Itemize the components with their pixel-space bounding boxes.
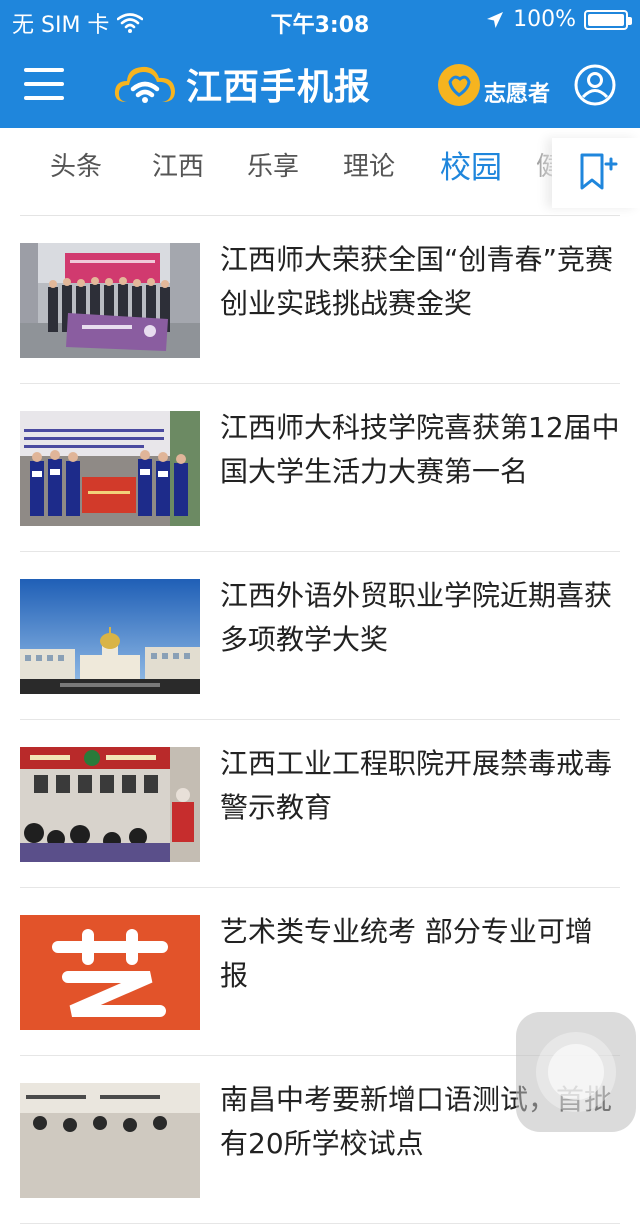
category-tabs: 头条 江西 乐享 理论 校园 健 [0,128,640,216]
news-item[interactable]: 江西外语外贸职业学院近期喜获多项教学大奖 [20,552,620,720]
group-photo-image [20,243,200,358]
user-profile-icon[interactable] [574,64,616,106]
tab-lexiang[interactable]: 乐享 [247,146,299,183]
news-item[interactable]: 江西师大科技学院喜获第12届中国大学生活力大赛第一名 [20,384,620,552]
classroom-photo-image [20,1083,200,1198]
battery-level [588,13,624,26]
logo-text: 江西手机报 [186,67,372,108]
news-thumbnail [20,243,200,358]
menu-icon-line [24,82,64,86]
award-photo-image [20,411,200,526]
campus-building-image [20,579,200,694]
heart-hand-icon [448,75,471,97]
assistive-touch-center [548,1044,604,1100]
bookmark-add-icon [580,153,618,190]
volunteer-button[interactable]: 志愿者 [438,62,550,108]
volunteer-label: 志愿者 [484,82,551,107]
location-arrow-icon [487,11,504,28]
news-thumbnail [20,1083,200,1198]
app-logo: 江西手机报 [112,56,371,112]
tab-campus[interactable]: 校园 [440,142,502,187]
news-thumbnail [20,579,200,694]
add-channel-button[interactable] [552,138,640,208]
logo-cloud-wifi-icon [114,66,175,103]
menu-button[interactable] [24,68,64,102]
news-item[interactable]: 江西师大荣获全国“创青春”竞赛创业实践挑战赛金奖 [20,216,620,384]
news-title: 艺术类专业统考 部分专业可增报 [220,915,593,992]
tab-headlines[interactable]: 头条 [50,146,102,183]
status-right: 100% [485,7,632,32]
news-title: 江西工业工程职院开展禁毒戒毒警示教育 [220,747,613,824]
top-bar: 无 SIM 卡 下午3:08 100% 江西手机报 志愿者 [0,0,640,128]
news-thumbnail [20,747,200,862]
battery-percent: 100% [513,7,576,32]
tab-theory[interactable]: 理论 [343,146,395,183]
art-character-image [20,915,200,1030]
status-bar: 无 SIM 卡 下午3:08 100% [0,0,640,40]
news-thumbnail [20,915,200,1030]
news-title: 江西师大荣获全国“创青春”竞赛创业实践挑战赛金奖 [220,243,614,320]
exhibition-photo-image [20,747,200,862]
menu-icon-line [24,68,64,72]
volunteer-badge-icon [438,64,480,106]
news-title: 江西外语外贸职业学院近期喜获多项教学大奖 [220,579,613,656]
tab-jiangxi[interactable]: 江西 [152,146,204,183]
news-thumbnail [20,411,200,526]
news-item[interactable]: 江西工业工程职院开展禁毒戒毒警示教育 [20,720,620,888]
assistive-touch-button[interactable] [516,1012,636,1132]
news-title: 江西师大科技学院喜获第12届中国大学生活力大赛第一名 [220,411,620,488]
app-header: 江西手机报 志愿者 [0,40,640,128]
menu-icon-line [24,96,64,100]
battery-icon [584,9,632,30]
